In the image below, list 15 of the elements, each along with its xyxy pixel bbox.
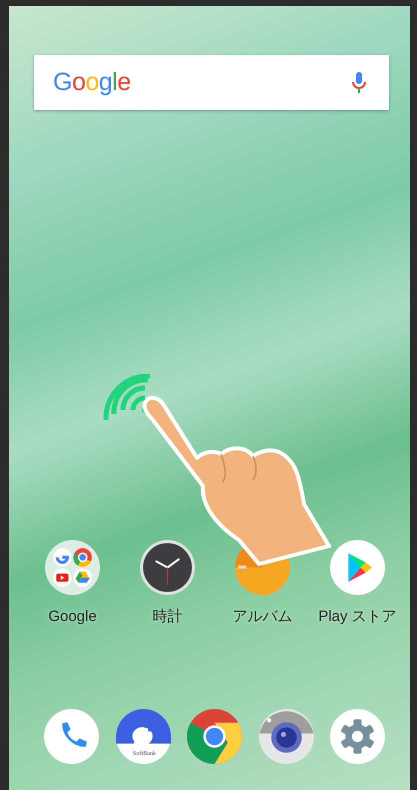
- app-label: Google: [48, 606, 97, 626]
- phone-icon[interactable]: [43, 708, 100, 765]
- app-label: 時計: [152, 606, 182, 626]
- search-bar[interactable]: Google: [34, 55, 389, 110]
- settings-icon[interactable]: [329, 708, 386, 765]
- google-logo: Google: [53, 66, 131, 98]
- clock-icon[interactable]: [139, 538, 196, 596]
- microphone-icon[interactable]: [351, 70, 367, 94]
- app-label: アルバム: [232, 606, 292, 626]
- app-label: Play ストア: [318, 606, 397, 626]
- camera-icon[interactable]: [258, 708, 315, 765]
- touch-ripple-icon: [104, 374, 150, 420]
- chrome-icon[interactable]: [186, 708, 244, 765]
- play-store-icon[interactable]: [329, 538, 386, 596]
- app-folder-icon[interactable]: [44, 538, 101, 596]
